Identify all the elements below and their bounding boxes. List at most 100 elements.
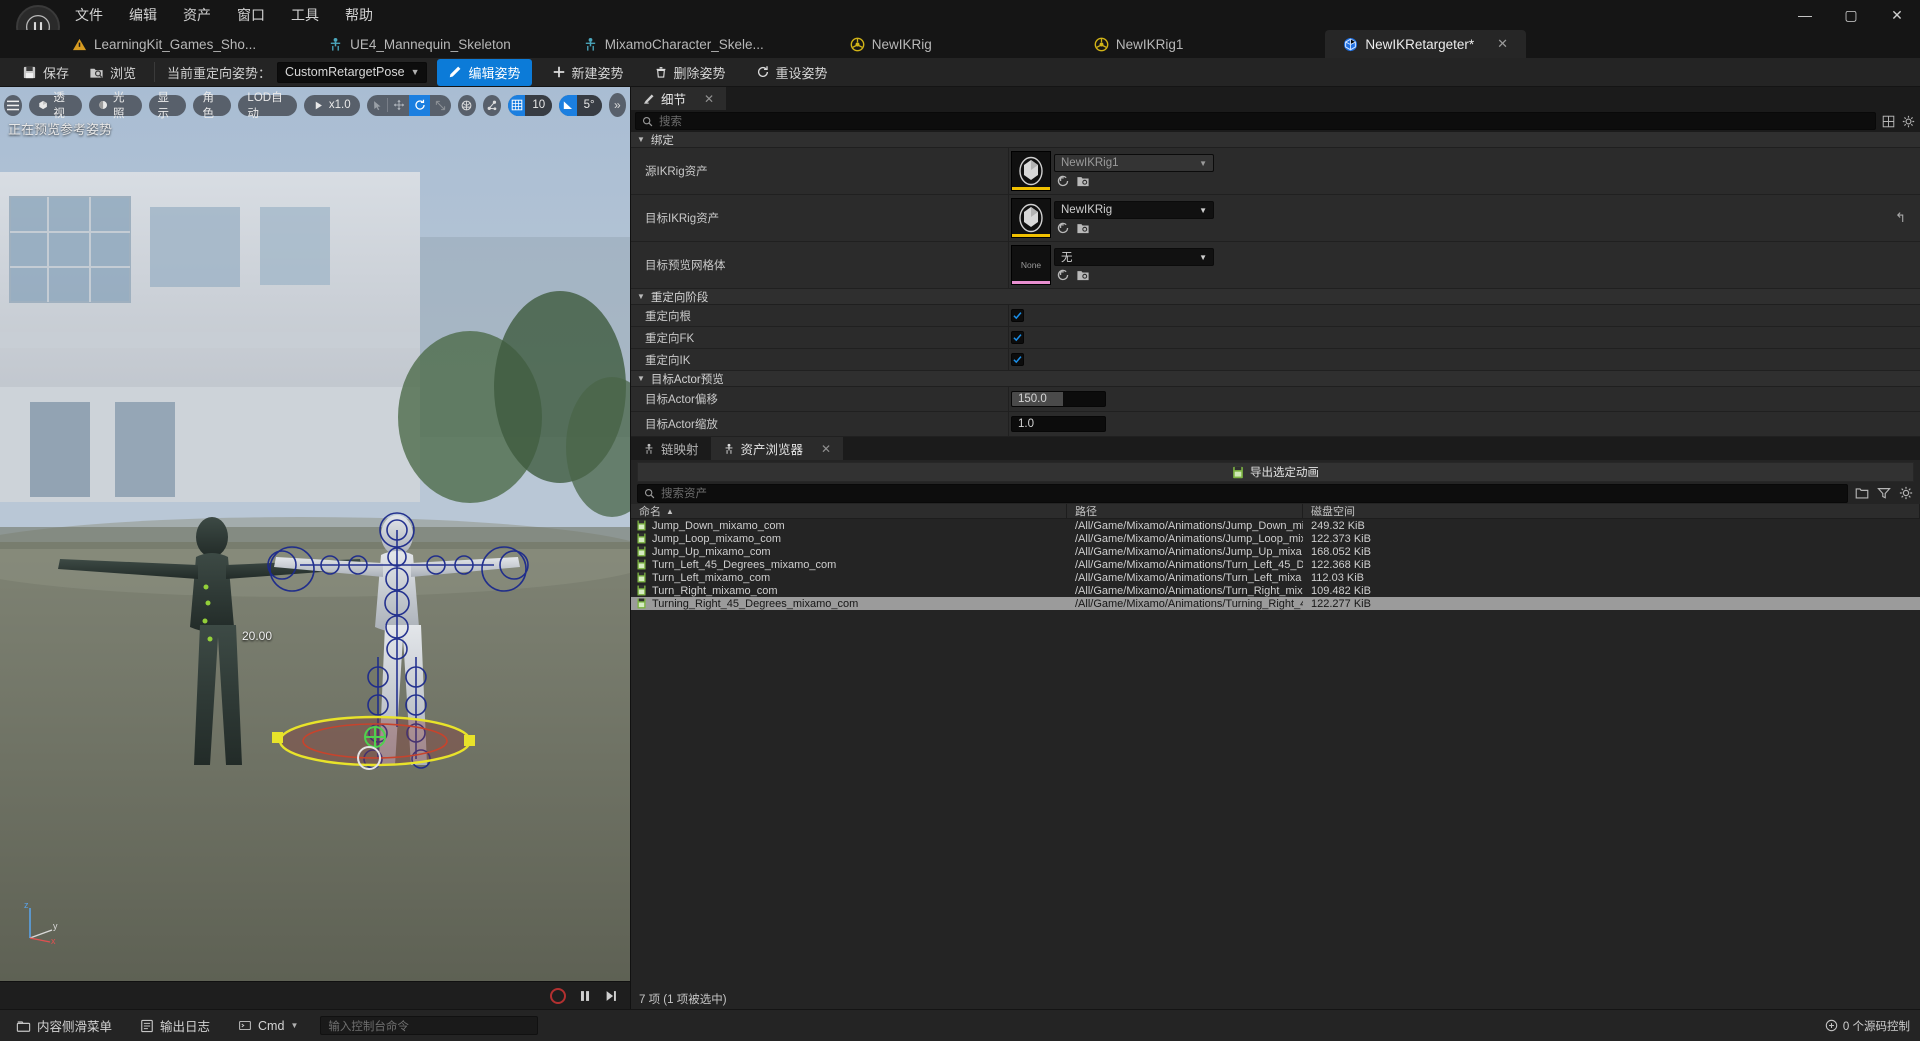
edit-pose-button[interactable]: 编辑姿势 xyxy=(437,58,532,86)
retarget-fk-checkbox[interactable] xyxy=(1011,331,1024,344)
target-preview-mesh-thumbnail[interactable]: None xyxy=(1011,245,1051,285)
browse-button[interactable]: 浏览 xyxy=(79,60,146,85)
viewport-show-button[interactable]: 显示 xyxy=(148,92,187,120)
step-forward-icon[interactable] xyxy=(604,989,618,1003)
tab-details[interactable]: 细节 ✕ xyxy=(631,87,727,110)
browse-to-asset-icon[interactable] xyxy=(1076,221,1090,235)
column-header-name[interactable]: 命名 ▲ xyxy=(631,504,1067,518)
source-control-status[interactable]: 0 个源码控制 xyxy=(1825,1018,1910,1034)
viewport-scene[interactable] xyxy=(0,87,630,1009)
tab-asset-browser[interactable]: 资产浏览器 ✕ xyxy=(710,437,844,460)
browse-to-asset-icon[interactable] xyxy=(1076,268,1090,282)
cmd-selector[interactable]: Cmd ▼ xyxy=(232,1016,304,1036)
viewport-lod-button[interactable]: LOD自动 xyxy=(238,92,297,120)
section-header-binding[interactable]: ▼ 绑定 xyxy=(631,132,1920,148)
section-title: 目标Actor预览 xyxy=(650,373,724,386)
details-grid-view-button[interactable] xyxy=(1880,113,1896,129)
viewport-timeline-track[interactable] xyxy=(0,982,550,1009)
table-row[interactable]: Turn_Left_45_Degrees_mixamo_com /All/Gam… xyxy=(631,558,1920,571)
retarget-ik-checkbox[interactable] xyxy=(1011,353,1024,366)
tab-newikrig[interactable]: NewIKRig xyxy=(832,30,950,58)
tab-chain-mapping[interactable]: 链映射 xyxy=(631,437,711,460)
menu-item-help[interactable]: 帮助 xyxy=(332,1,386,29)
retarget-pose-combo[interactable]: CustomRetargetPose ▼ xyxy=(277,61,428,83)
table-row[interactable]: Turn_Right_mixamo_com /All/Game/Mixamo/A… xyxy=(631,584,1920,597)
use-selected-asset-icon[interactable] xyxy=(1056,221,1070,235)
grid-snap-value[interactable]: 10 xyxy=(525,94,553,116)
menu-item-file[interactable]: 文件 xyxy=(62,1,116,29)
select-tool-button[interactable] xyxy=(367,95,388,116)
menu-item-window[interactable]: 窗口 xyxy=(224,1,278,29)
column-header-path[interactable]: 路径 xyxy=(1067,504,1303,518)
tab-newikrig1[interactable]: NewIKRig1 xyxy=(1076,30,1202,58)
tab-mixamocharacter-skeleton[interactable]: MixamoCharacter_Skele... xyxy=(565,30,782,58)
world-space-toggle[interactable] xyxy=(457,94,476,116)
menu-item-tools[interactable]: 工具 xyxy=(278,1,332,29)
maximize-button[interactable]: ▢ xyxy=(1828,0,1874,30)
scale-tool-button[interactable] xyxy=(430,95,451,116)
angle-snap-value[interactable]: 5° xyxy=(576,94,602,116)
tab-newikretargeter[interactable]: NewIKRetargeter* ✕ xyxy=(1325,30,1527,58)
source-ikrig-combo[interactable]: NewIKRig1 ▼ xyxy=(1054,154,1214,172)
viewport-expand-button[interactable]: » xyxy=(608,93,626,117)
table-row[interactable]: Jump_Loop_mixamo_com /All/Game/Mixamo/An… xyxy=(631,532,1920,545)
rotate-tool-button[interactable] xyxy=(409,94,430,116)
details-tab-close-icon[interactable]: ✕ xyxy=(704,92,714,106)
new-pose-button[interactable]: 新建姿势 xyxy=(542,60,634,85)
save-button[interactable]: 保存 xyxy=(12,60,79,85)
move-tool-button[interactable] xyxy=(388,95,409,116)
reset-to-default-icon[interactable]: ↰ xyxy=(1895,210,1906,226)
target-actor-offset-input[interactable]: 150.0 xyxy=(1011,391,1106,407)
menu-item-edit[interactable]: 编辑 xyxy=(116,1,170,29)
console-command-input[interactable]: 输入控制台命令 xyxy=(320,1016,539,1035)
tab-close-icon[interactable]: ✕ xyxy=(1497,36,1508,52)
angle-snap-toggle[interactable] xyxy=(559,94,577,116)
viewport-panel[interactable]: 透视 光照 显示 角色 LOD自动 x1.0 10 5° » 正在预览参考姿势 … xyxy=(0,87,630,1009)
browser-tab-close-icon[interactable]: ✕ xyxy=(821,442,831,456)
table-row[interactable]: Turning_Right_45_Degrees_mixamo_com /All… xyxy=(631,597,1920,610)
target-ikrig-combo[interactable]: NewIKRig ▼ xyxy=(1054,201,1214,219)
browser-settings-button[interactable] xyxy=(1898,485,1914,501)
retarget-pose-value: CustomRetargetPose xyxy=(285,65,405,79)
viewport-character-button[interactable]: 角色 xyxy=(193,92,232,120)
reset-pose-button[interactable]: 重设姿势 xyxy=(746,60,838,85)
use-selected-asset-icon[interactable] xyxy=(1056,268,1070,282)
target-actor-scale-input[interactable]: 1.0 xyxy=(1011,416,1106,432)
tab-learningkit[interactable]: LearningKit_Games_Sho... xyxy=(54,30,274,58)
source-ikrig-thumbnail[interactable] xyxy=(1011,151,1051,191)
pause-icon[interactable] xyxy=(578,989,592,1003)
retarget-root-checkbox[interactable] xyxy=(1011,309,1024,322)
details-settings-button[interactable] xyxy=(1900,113,1916,129)
content-drawer-button[interactable]: 内容侧滑菜单 xyxy=(10,1013,118,1038)
table-row[interactable]: Jump_Up_mixamo_com /All/Game/Mixamo/Anim… xyxy=(631,545,1920,558)
tab-ue4-mannequin-skeleton[interactable]: UE4_Mannequin_Skeleton xyxy=(310,30,529,58)
browser-new-folder-button[interactable] xyxy=(1854,485,1870,501)
details-search-input[interactable]: 搜索 xyxy=(635,112,1876,130)
viewport-playrate-button[interactable]: x1.0 xyxy=(303,94,360,116)
browse-to-asset-icon[interactable] xyxy=(1076,174,1090,188)
delete-pose-button[interactable]: 删除姿势 xyxy=(644,60,736,85)
output-log-button[interactable]: 输出日志 xyxy=(134,1013,216,1038)
surface-snap-toggle[interactable] xyxy=(482,94,502,116)
viewport-perspective-button[interactable]: 透视 xyxy=(29,92,82,120)
target-preview-mesh-combo[interactable]: 无 ▼ xyxy=(1054,248,1214,266)
export-selected-animations-button[interactable]: 导出选定动画 xyxy=(637,462,1914,482)
browser-filter-button[interactable] xyxy=(1876,485,1892,501)
asset-table-body[interactable]: Jump_Down_mixamo_com /All/Game/Mixamo/An… xyxy=(631,519,1920,989)
viewport-lighting-button[interactable]: 光照 xyxy=(88,92,142,120)
use-selected-asset-icon[interactable] xyxy=(1056,174,1070,188)
section-header-target-actor-preview[interactable]: ▼ 目标Actor预览 xyxy=(631,371,1920,387)
grid-snap-toggle[interactable] xyxy=(508,94,526,116)
menu-item-assets[interactable]: 资产 xyxy=(170,1,224,29)
section-header-retarget-phases[interactable]: ▼ 重定向阶段 xyxy=(631,289,1920,305)
minimize-button[interactable]: — xyxy=(1782,0,1828,30)
target-ikrig-thumbnail[interactable] xyxy=(1011,198,1051,238)
table-row[interactable]: Turn_Left_mixamo_com /All/Game/Mixamo/An… xyxy=(631,571,1920,584)
record-button[interactable] xyxy=(550,987,566,1004)
close-button[interactable]: ✕ xyxy=(1874,0,1920,30)
status-bar-right: 0 个源码控制 xyxy=(1825,1018,1910,1034)
browser-search-input[interactable]: 搜索资产 xyxy=(637,483,1848,503)
viewport-menu-button[interactable] xyxy=(4,94,23,116)
table-row[interactable]: Jump_Down_mixamo_com /All/Game/Mixamo/An… xyxy=(631,519,1920,532)
column-header-disk-size[interactable]: 磁盘空间 xyxy=(1303,504,1920,518)
